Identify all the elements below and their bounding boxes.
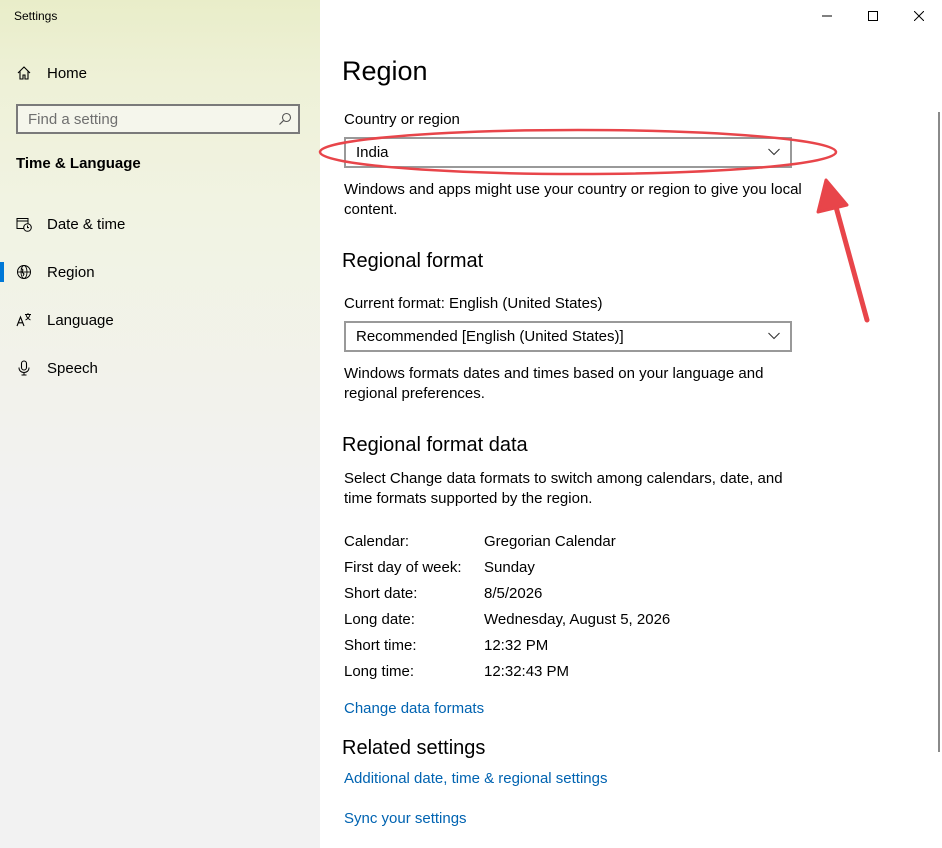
search-box[interactable] [16,104,300,134]
minimize-icon [822,15,832,17]
app-title: Settings [14,9,58,23]
country-dropdown[interactable]: India [344,137,792,168]
chevron-down-icon [768,148,780,156]
format-row-value: 12:32 PM [484,637,549,654]
additional-settings-link[interactable]: Additional date, time & regional setting… [344,770,608,787]
sidebar-item-language[interactable]: Language [0,300,320,340]
format-row-key: Long time: [344,663,415,680]
home-icon [17,66,31,80]
main-content: Region Country or region India Windows a… [320,0,942,848]
format-row-key: Short time: [344,637,417,654]
format-row-value: 12:32:43 PM [484,663,570,680]
home-label: Home [47,64,88,82]
sidebar: Settings Home Time & Language Date & tim… [0,0,320,848]
related-settings-heading: Related settings [342,737,486,759]
sidebar-item-speech[interactable]: Speech [0,348,320,388]
format-row-value: Wednesday, August 5, 2026 [484,611,671,628]
sidebar-item-label: Language [47,311,114,329]
format-row-key: Calendar: [344,533,410,550]
country-label: Country or region [344,111,460,128]
format-data-heading: Regional format data [342,434,528,456]
sidebar-item-region[interactable]: Region [0,252,320,292]
chevron-down-icon [768,332,780,340]
sidebar-item-label: Speech [47,359,98,377]
format-row-key: Long date: [344,611,415,628]
format-row-value: Sunday [484,559,535,576]
sidebar-item-label: Region [47,263,95,281]
minimize-button[interactable] [804,0,850,32]
sync-settings-link[interactable]: Sync your settings [344,810,467,827]
regional-format-dropdown[interactable]: Recommended [English (United States)] [344,321,792,352]
globe-icon [17,265,31,279]
format-row-key: First day of week: [344,559,462,576]
search-icon[interactable] [278,112,292,126]
regional-format-description: Windows formats dates and times based on… [344,365,764,402]
settings-window: Settings Home Time & Language Date & tim… [0,0,942,848]
scrollbar[interactable] [938,112,940,752]
change-data-formats-link[interactable]: Change data formats [344,700,484,717]
regional-format-heading: Regional format [342,250,484,272]
format-row-value: 8/5/2026 [484,585,543,602]
format-row-value: Gregorian Calendar [484,533,616,550]
current-format-label: Current format: English (United States) [344,295,603,312]
sidebar-item-label: Date & time [47,215,126,233]
close-icon [914,11,924,21]
country-description: Windows and apps might use your country … [344,181,802,218]
search-input[interactable] [18,109,270,129]
home-nav-item[interactable]: Home [16,62,87,84]
page-title: Region [342,56,428,86]
microphone-icon [18,360,30,376]
maximize-icon [868,11,878,21]
maximize-button[interactable] [850,0,896,32]
calendar-clock-icon [16,218,32,232]
format-data-description: Select Change data formats to switch amo… [344,470,783,507]
close-button[interactable] [896,0,942,32]
section-title: Time & Language [16,155,141,172]
language-icon [16,313,31,327]
format-row-key: Short date: [344,585,418,602]
country-selected-value: India [356,144,389,161]
sidebar-item-date-time[interactable]: Date & time [0,204,320,244]
regional-format-selected-value: Recommended [English (United States)] [356,328,624,345]
